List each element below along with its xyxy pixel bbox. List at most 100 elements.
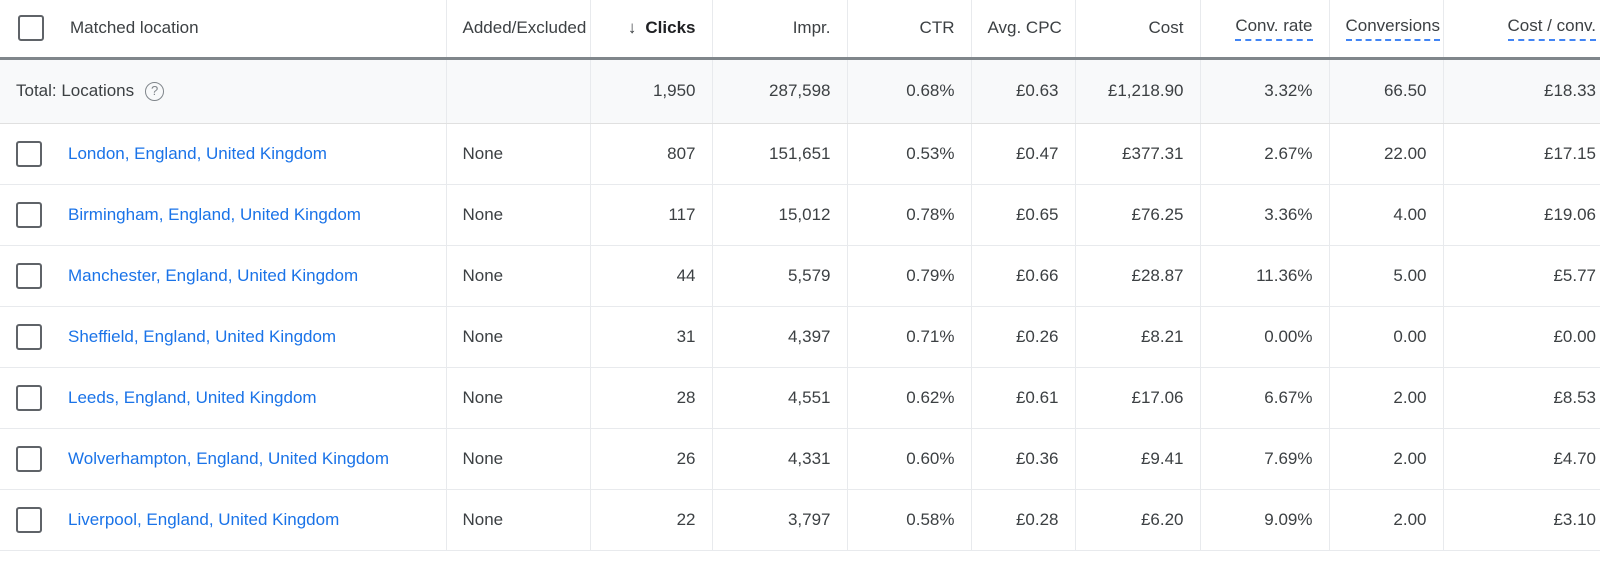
table-row[interactable]: Sheffield, England, United KingdomNone31…	[0, 306, 1600, 367]
row-cost-per-conv: £8.53	[1443, 367, 1600, 428]
row-cost-per-conv: £3.10	[1443, 489, 1600, 550]
row-conv-rate: 3.36%	[1200, 184, 1329, 245]
column-header-cost-per-conv[interactable]: Cost / conv.	[1443, 0, 1600, 58]
row-cost: £28.87	[1075, 245, 1200, 306]
row-location-cell: Sheffield, England, United Kingdom	[0, 306, 446, 367]
row-select-checkbox[interactable]	[16, 507, 42, 533]
column-header-avg-cpc[interactable]: Avg. CPC	[971, 0, 1075, 58]
row-cost: £377.31	[1075, 123, 1200, 184]
row-clicks: 807	[590, 123, 712, 184]
table-body: Total: Locations ? 1,950 287,598 0.68% £…	[0, 58, 1600, 550]
totals-impressions: 287,598	[712, 58, 847, 123]
row-clicks: 44	[590, 245, 712, 306]
column-header-label-avg-cpc: Avg. CPC	[988, 18, 1062, 38]
row-added-excluded: None	[446, 428, 590, 489]
totals-label-cell: Total: Locations ?	[0, 58, 446, 123]
row-clicks: 28	[590, 367, 712, 428]
totals-cost: £1,218.90	[1075, 58, 1200, 123]
column-header-label-cost: Cost	[1149, 18, 1184, 38]
row-clicks: 31	[590, 306, 712, 367]
column-header-label-impressions: Impr.	[793, 18, 831, 38]
sort-descending-arrow-icon: ↓	[628, 19, 637, 36]
row-select-checkbox[interactable]	[16, 446, 42, 472]
row-cost: £76.25	[1075, 184, 1200, 245]
location-link[interactable]: Birmingham, England, United Kingdom	[68, 205, 361, 225]
column-header-ctr[interactable]: CTR	[847, 0, 971, 58]
column-header-clicks[interactable]: ↓ Clicks	[590, 0, 712, 58]
totals-cost-per-conv: £18.33	[1443, 58, 1600, 123]
row-conversions: 0.00	[1329, 306, 1443, 367]
column-header-cost[interactable]: Cost	[1075, 0, 1200, 58]
table-row[interactable]: Wolverhampton, England, United Kingdom No…	[0, 428, 1600, 489]
row-added-excluded: None	[446, 123, 590, 184]
totals-label: Total: Locations	[16, 81, 134, 101]
row-select-checkbox[interactable]	[16, 141, 42, 167]
column-header-conv-rate[interactable]: Conv. rate	[1200, 0, 1329, 58]
row-location-cell: Leeds, England, United Kingdom	[0, 367, 446, 428]
totals-avg-cpc: £0.63	[971, 58, 1075, 123]
row-conv-rate: 7.69%	[1200, 428, 1329, 489]
column-header-label-clicks: Clicks	[645, 18, 695, 38]
column-header-label-conv-rate: Conv. rate	[1235, 17, 1312, 41]
row-conversions: 2.00	[1329, 428, 1443, 489]
row-clicks: 26	[590, 428, 712, 489]
table-row[interactable]: Liverpool, England, United KingdomNone22…	[0, 489, 1600, 550]
row-conversions: 22.00	[1329, 123, 1443, 184]
row-clicks: 117	[590, 184, 712, 245]
column-header-label-added-excluded: Added/Excluded	[463, 18, 587, 38]
row-select-checkbox[interactable]	[16, 385, 42, 411]
row-impressions: 3,797	[712, 489, 847, 550]
row-conversions: 4.00	[1329, 184, 1443, 245]
row-impressions: 4,331	[712, 428, 847, 489]
row-conversions: 2.00	[1329, 367, 1443, 428]
table-row[interactable]: Manchester, England, United Kingdom None4…	[0, 245, 1600, 306]
table-row[interactable]: London, England, United KingdomNone80715…	[0, 123, 1600, 184]
table-row[interactable]: Birmingham, England, United Kingdom None1…	[0, 184, 1600, 245]
help-circle-icon[interactable]: ?	[145, 82, 164, 101]
row-conv-rate: 6.67%	[1200, 367, 1329, 428]
row-conv-rate: 2.67%	[1200, 123, 1329, 184]
row-location-cell: London, England, United Kingdom	[0, 123, 446, 184]
row-location-cell: Liverpool, England, United Kingdom	[0, 489, 446, 550]
row-impressions: 4,397	[712, 306, 847, 367]
row-avg-cpc: £0.26	[971, 306, 1075, 367]
row-conv-rate: 11.36%	[1200, 245, 1329, 306]
row-cost-per-conv: £5.77	[1443, 245, 1600, 306]
row-location-cell: Wolverhampton, England, United Kingdom	[0, 428, 446, 489]
column-header-matched-location[interactable]: Matched location	[0, 0, 446, 58]
row-ctr: 0.58%	[847, 489, 971, 550]
column-header-label-cost-per-conv: Cost / conv.	[1508, 17, 1597, 41]
row-conv-rate: 0.00%	[1200, 306, 1329, 367]
location-link[interactable]: Liverpool, England, United Kingdom	[68, 510, 339, 530]
header-row: Matched location Added/Excluded ↓Clicks …	[0, 0, 1600, 58]
totals-conv-rate: 3.32%	[1200, 58, 1329, 123]
row-ctr: 0.71%	[847, 306, 971, 367]
row-cost: £9.41	[1075, 428, 1200, 489]
row-added-excluded: None	[446, 245, 590, 306]
row-ctr: 0.62%	[847, 367, 971, 428]
column-header-added-excluded[interactable]: Added/Excluded	[446, 0, 590, 58]
row-select-checkbox[interactable]	[16, 324, 42, 350]
locations-report-table: Matched location Added/Excluded ↓Clicks …	[0, 0, 1600, 551]
row-avg-cpc: £0.66	[971, 245, 1075, 306]
location-link[interactable]: London, England, United Kingdom	[68, 144, 327, 164]
location-link[interactable]: Leeds, England, United Kingdom	[68, 388, 317, 408]
location-link[interactable]: Sheffield, England, United Kingdom	[68, 327, 336, 347]
row-cost-per-conv: £0.00	[1443, 306, 1600, 367]
row-location-cell: Birmingham, England, United Kingdom	[0, 184, 446, 245]
column-header-label-ctr: CTR	[920, 18, 955, 38]
row-added-excluded: None	[446, 184, 590, 245]
row-select-checkbox[interactable]	[16, 202, 42, 228]
location-link[interactable]: Manchester, England, United Kingdom	[68, 266, 358, 286]
select-all-checkbox[interactable]	[18, 15, 44, 41]
row-ctr: 0.53%	[847, 123, 971, 184]
column-header-conversions[interactable]: Conversions	[1329, 0, 1443, 58]
totals-added-excluded	[446, 58, 590, 123]
location-link[interactable]: Wolverhampton, England, United Kingdom	[68, 449, 389, 469]
table-row[interactable]: Leeds, England, United KingdomNone284,55…	[0, 367, 1600, 428]
row-cost: £17.06	[1075, 367, 1200, 428]
row-avg-cpc: £0.65	[971, 184, 1075, 245]
row-added-excluded: None	[446, 367, 590, 428]
column-header-impressions[interactable]: Impr.	[712, 0, 847, 58]
row-select-checkbox[interactable]	[16, 263, 42, 289]
